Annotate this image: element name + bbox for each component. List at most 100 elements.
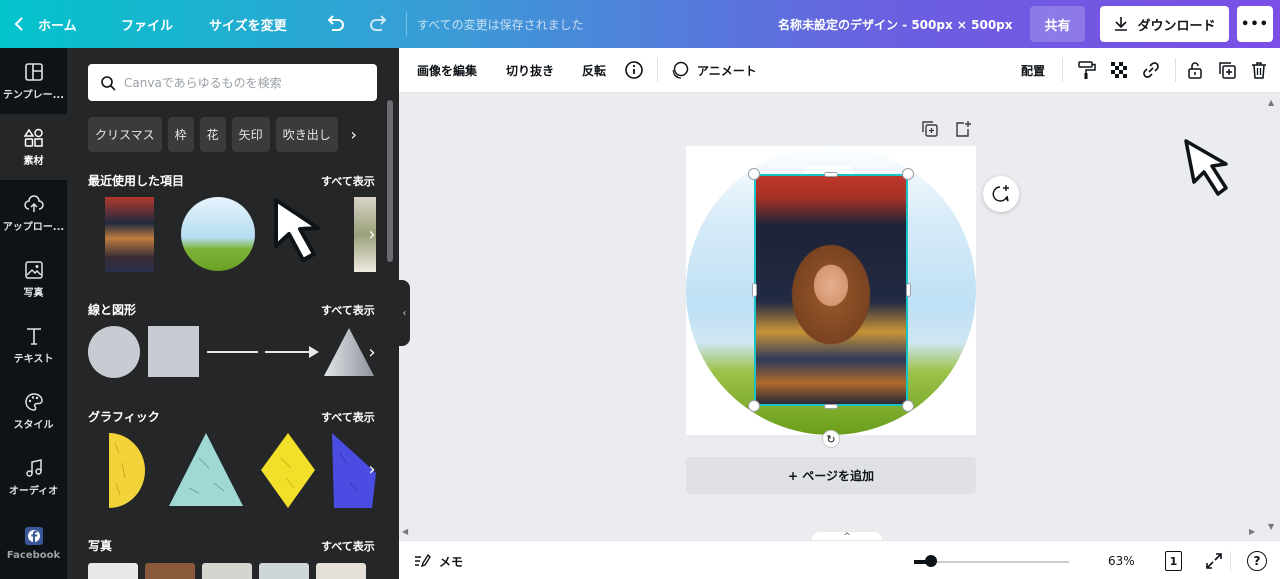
paint-roller-icon[interactable]: [1077, 60, 1097, 80]
chevron-right-icon[interactable]: ›: [364, 454, 380, 484]
yellow-half-circle-graphic[interactable]: [107, 433, 147, 508]
resize-handle[interactable]: [748, 400, 760, 412]
chip[interactable]: 花: [199, 117, 226, 152]
zoom-level[interactable]: 63%: [1108, 554, 1135, 568]
comment-button[interactable]: [983, 176, 1019, 212]
see-all-recent[interactable]: すべて表示: [321, 173, 375, 189]
crop-button[interactable]: 切り抜き: [506, 62, 554, 79]
rail-label: アップロー...: [2, 221, 65, 233]
home-button[interactable]: ホーム: [14, 15, 77, 34]
see-all-shapes[interactable]: すべて表示: [321, 302, 375, 318]
notes-button[interactable]: メモ: [413, 552, 463, 570]
photo-thumbnail[interactable]: [88, 563, 138, 579]
rotate-icon[interactable]: ↻: [822, 430, 840, 448]
photo-thumbnail[interactable]: [202, 563, 252, 579]
lock-icon[interactable]: [1185, 60, 1205, 80]
search-input[interactable]: [124, 75, 364, 90]
photo-thumbnail[interactable]: [145, 563, 195, 579]
context-toolbar: 画像を編集 切り抜き 反転 アニメート 配置: [399, 48, 1280, 93]
selection-box: [754, 174, 908, 406]
toolbar-divider: [657, 58, 658, 82]
resize-button[interactable]: サイズを変更: [209, 15, 287, 34]
vertical-scrollbar[interactable]: ▲ ▼: [1264, 94, 1280, 542]
more-options-button[interactable]: •••: [1237, 6, 1273, 42]
notes-icon: [415, 553, 431, 568]
add-comment-icon: [992, 185, 1009, 202]
help-button[interactable]: ?: [1247, 551, 1267, 571]
rail-item-templates[interactable]: テンプレー...: [0, 48, 67, 114]
recent-circle-frame-thumbnail[interactable]: [181, 197, 255, 271]
rail-item-photos[interactable]: 写真: [0, 246, 67, 312]
transparency-icon[interactable]: [1109, 60, 1129, 80]
zoom-slider-track[interactable]: [924, 561, 1069, 563]
share-button[interactable]: 共有: [1030, 6, 1085, 42]
chevron-right-icon[interactable]: ›: [344, 117, 364, 152]
trash-icon[interactable]: [1249, 60, 1269, 80]
square-shape[interactable]: [148, 326, 199, 377]
teal-triangle-graphic[interactable]: [169, 433, 243, 506]
resize-handle[interactable]: [902, 400, 914, 412]
circle-shape[interactable]: [88, 326, 140, 378]
scroll-left-icon[interactable]: ◀: [402, 527, 408, 536]
panel-scrollbar[interactable]: [387, 100, 393, 262]
scroll-right-icon[interactable]: ▶: [1249, 527, 1255, 536]
collapse-panel-tab[interactable]: ‹: [399, 280, 410, 346]
zoom-slider-handle[interactable]: [925, 555, 937, 567]
rail-item-facebook[interactable]: Facebook: [0, 510, 67, 576]
flip-button[interactable]: 反転: [582, 62, 606, 79]
search-box[interactable]: [88, 64, 377, 101]
see-all-graphics[interactable]: すべて表示: [321, 409, 375, 425]
add-page-button[interactable]: + ページを追加: [686, 457, 976, 494]
redo-icon[interactable]: [368, 13, 390, 35]
position-button[interactable]: 配置: [1021, 62, 1045, 79]
resize-handle[interactable]: [748, 168, 760, 180]
resize-handle[interactable]: [902, 168, 914, 180]
rail-item-uploads[interactable]: アップロー...: [0, 180, 67, 246]
rail-item-elements[interactable]: 素材: [0, 114, 67, 180]
duplicate-page-icon[interactable]: [921, 120, 939, 138]
file-menu[interactable]: ファイル: [121, 15, 173, 34]
arrow-line-shape[interactable]: [265, 351, 311, 353]
add-page-icon[interactable]: [954, 120, 972, 138]
info-icon[interactable]: [624, 60, 644, 80]
fullscreen-icon[interactable]: [1204, 551, 1224, 571]
chevron-right-icon[interactable]: ›: [364, 337, 380, 367]
rail-item-audio[interactable]: オーディオ: [0, 444, 67, 510]
download-button[interactable]: ダウンロード: [1100, 6, 1229, 42]
link-icon[interactable]: [1141, 60, 1161, 80]
notes-label: メモ: [439, 554, 464, 569]
rail-label: テンプレー...: [2, 89, 65, 101]
yellow-diamond-graphic[interactable]: [261, 433, 315, 508]
scroll-down-icon[interactable]: ▼: [1268, 522, 1274, 531]
cursor-arrow-graphic-thumbnail[interactable]: [270, 196, 342, 268]
animate-button[interactable]: アニメート: [670, 60, 757, 80]
document-title[interactable]: 名称未設定のデザイン - 500px × 500px: [778, 16, 1013, 33]
edit-image-button[interactable]: 画像を編集: [417, 62, 477, 79]
resize-handle[interactable]: [824, 172, 838, 177]
undo-icon[interactable]: [324, 13, 346, 35]
duplicate-icon[interactable]: [1217, 60, 1237, 80]
bottom-bar: メモ 63% 1 ?: [399, 540, 1280, 579]
chip[interactable]: 枠: [167, 117, 194, 152]
resize-handle[interactable]: [752, 283, 757, 297]
rail-item-text[interactable]: テキスト: [0, 312, 67, 378]
bottom-divider: [1230, 551, 1231, 571]
chip[interactable]: 吹き出し: [275, 117, 338, 152]
resize-handle[interactable]: [906, 283, 911, 297]
recent-photo-thumbnail[interactable]: [105, 197, 154, 272]
chevron-right-icon[interactable]: ›: [364, 219, 380, 249]
photo-thumbnail[interactable]: [316, 563, 366, 579]
line-shape[interactable]: [207, 351, 258, 353]
page-count-button[interactable]: 1: [1165, 551, 1182, 571]
chip[interactable]: クリスマス: [88, 117, 162, 152]
chip[interactable]: 矢印: [231, 117, 270, 152]
upload-icon: [23, 194, 44, 212]
see-all-photos[interactable]: すべて表示: [321, 538, 375, 554]
chevron-left-icon: [14, 17, 23, 31]
rail-label: 素材: [23, 155, 44, 167]
resize-handle[interactable]: [824, 404, 838, 409]
search-icon: [101, 75, 116, 91]
photo-thumbnail[interactable]: [259, 563, 309, 579]
rail-item-styles[interactable]: スタイル: [0, 378, 67, 444]
scroll-up-icon[interactable]: ▲: [1268, 98, 1274, 107]
